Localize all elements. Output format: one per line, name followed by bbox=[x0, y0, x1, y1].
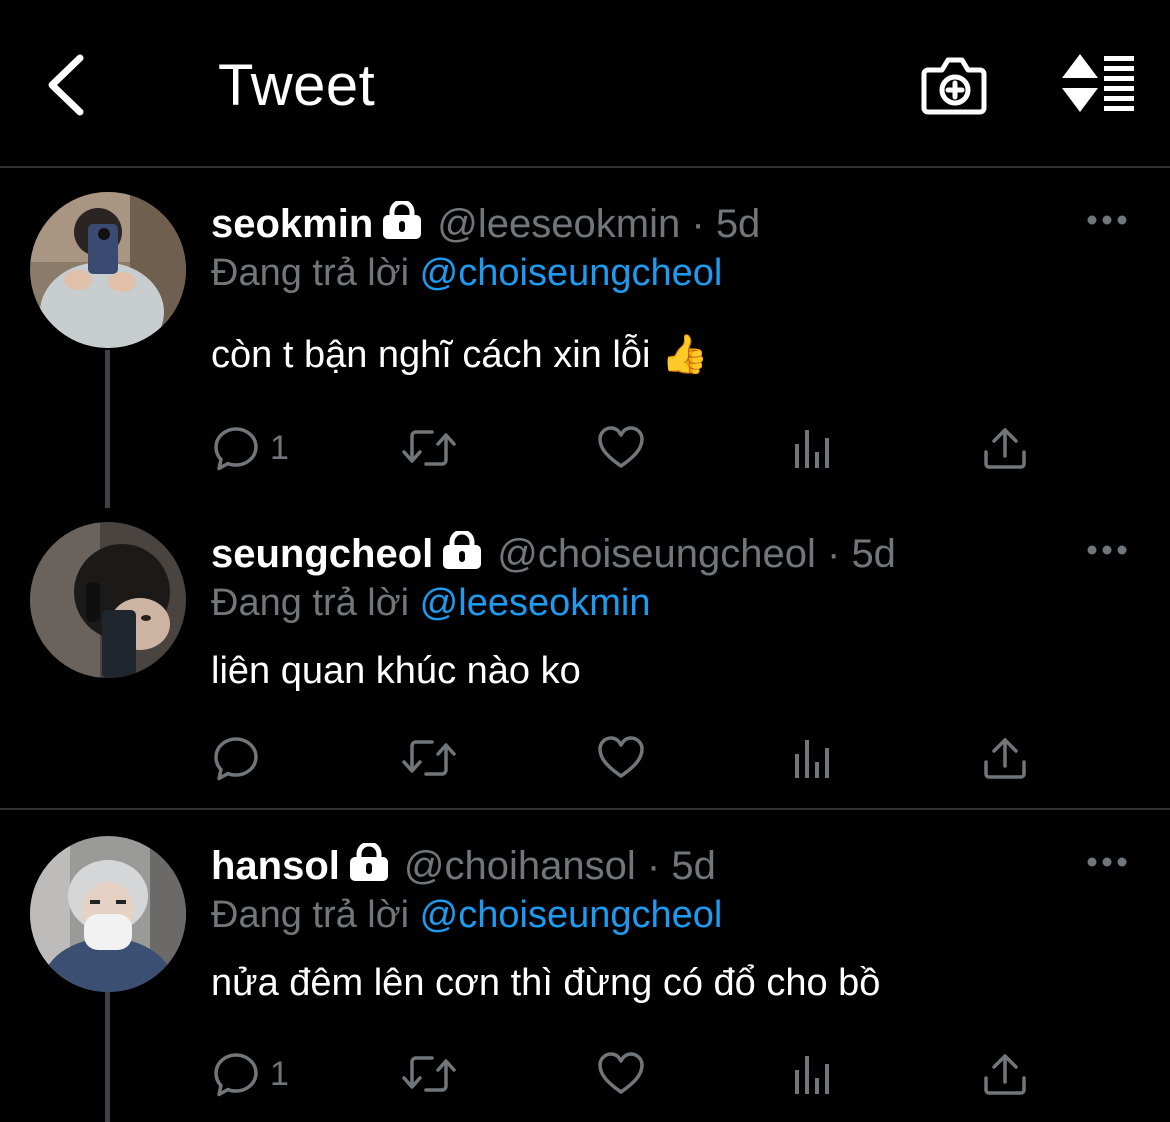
retweet-icon bbox=[402, 740, 456, 776]
user-handle[interactable]: @choiseungcheol bbox=[497, 532, 816, 576]
sort-replies-button[interactable] bbox=[1058, 52, 1138, 114]
lock-icon bbox=[441, 529, 483, 582]
timestamp[interactable]: 5d bbox=[851, 532, 896, 576]
analytics-icon bbox=[795, 1056, 829, 1094]
reply-icon bbox=[214, 427, 258, 471]
display-name[interactable]: hansol bbox=[211, 844, 340, 888]
reply-icon bbox=[214, 737, 258, 781]
heart-icon bbox=[598, 1052, 644, 1094]
more-icon bbox=[1087, 215, 1127, 225]
analytics-button[interactable] bbox=[792, 420, 834, 476]
tweet-text: liên quan khúc nào ko bbox=[211, 650, 581, 692]
sort-icon bbox=[1062, 54, 1134, 112]
separator: · bbox=[826, 532, 841, 576]
replying-to-label: Đang trả lời bbox=[211, 252, 410, 294]
add-photo-button[interactable] bbox=[918, 50, 990, 118]
share-button[interactable] bbox=[982, 730, 1028, 786]
like-button[interactable] bbox=[596, 1046, 646, 1102]
user-handle[interactable]: @leeseokmin bbox=[437, 202, 680, 246]
lock-icon bbox=[381, 199, 423, 252]
display-name[interactable]: seokmin bbox=[211, 202, 373, 246]
reply-button[interactable]: 1 bbox=[212, 1046, 289, 1102]
page-title: Tweet bbox=[218, 53, 376, 118]
replying-to-label: Đang trả lời bbox=[211, 582, 410, 624]
analytics-icon bbox=[795, 430, 829, 468]
more-options-button[interactable] bbox=[1086, 540, 1128, 560]
camera-plus-icon bbox=[921, 57, 987, 115]
analytics-button[interactable] bbox=[792, 730, 834, 786]
user-handle[interactable]: @choihansol bbox=[404, 844, 636, 888]
retweet-icon bbox=[402, 1056, 456, 1092]
replying-to-handle[interactable]: @choiseungcheol bbox=[420, 894, 723, 936]
reply-count: 1 bbox=[270, 1054, 289, 1093]
retweet-button[interactable] bbox=[400, 420, 458, 476]
back-button[interactable] bbox=[40, 50, 100, 120]
more-icon bbox=[1087, 545, 1127, 555]
avatar[interactable] bbox=[30, 836, 186, 992]
tweet-text: nửa đêm lên cơn thì đừng có đổ cho bồ bbox=[211, 962, 881, 1004]
top-bar: Tweet bbox=[0, 0, 1170, 168]
more-icon bbox=[1087, 857, 1127, 867]
separator: · bbox=[646, 844, 661, 888]
replying-to-handle[interactable]: @choiseungcheol bbox=[420, 252, 723, 294]
replying-to-handle[interactable]: @leeseokmin bbox=[420, 582, 651, 624]
tweet[interactable]: seokmin @leeseokmin · 5d Đang trả lời @ch… bbox=[0, 168, 1170, 508]
chevron-left-icon bbox=[48, 54, 84, 116]
share-button[interactable] bbox=[982, 420, 1028, 476]
lock-icon bbox=[348, 841, 390, 894]
tweet[interactable]: hansol @choihansol · 5d Đang trả lời @cho… bbox=[0, 810, 1170, 1122]
separator: · bbox=[691, 202, 705, 246]
more-options-button[interactable] bbox=[1086, 852, 1128, 872]
share-button[interactable] bbox=[982, 1046, 1028, 1102]
reply-icon bbox=[214, 1053, 258, 1097]
avatar[interactable] bbox=[30, 522, 186, 678]
heart-icon bbox=[598, 736, 644, 778]
reply-button[interactable] bbox=[212, 730, 270, 786]
timestamp[interactable]: 5d bbox=[716, 202, 761, 246]
more-options-button[interactable] bbox=[1086, 210, 1128, 230]
tweet-text: còn t bận nghĩ cách xin lỗi 👍 bbox=[211, 334, 709, 376]
timestamp[interactable]: 5d bbox=[671, 844, 716, 888]
reply-button[interactable]: 1 bbox=[212, 420, 289, 476]
like-button[interactable] bbox=[596, 730, 646, 786]
reply-count: 1 bbox=[270, 428, 289, 467]
retweet-button[interactable] bbox=[400, 1046, 458, 1102]
like-button[interactable] bbox=[596, 420, 646, 476]
replying-to-label: Đang trả lời bbox=[211, 894, 410, 936]
avatar[interactable] bbox=[30, 192, 186, 348]
share-icon bbox=[984, 428, 1026, 469]
tweet[interactable]: seungcheol @choiseungcheol · 5d Đang trả … bbox=[0, 508, 1170, 808]
share-icon bbox=[984, 738, 1026, 779]
analytics-icon bbox=[795, 740, 829, 778]
heart-icon bbox=[598, 426, 644, 468]
share-icon bbox=[984, 1054, 1026, 1095]
display-name[interactable]: seungcheol bbox=[211, 532, 433, 576]
retweet-icon bbox=[402, 430, 456, 466]
analytics-button[interactable] bbox=[792, 1046, 834, 1102]
retweet-button[interactable] bbox=[400, 730, 458, 786]
